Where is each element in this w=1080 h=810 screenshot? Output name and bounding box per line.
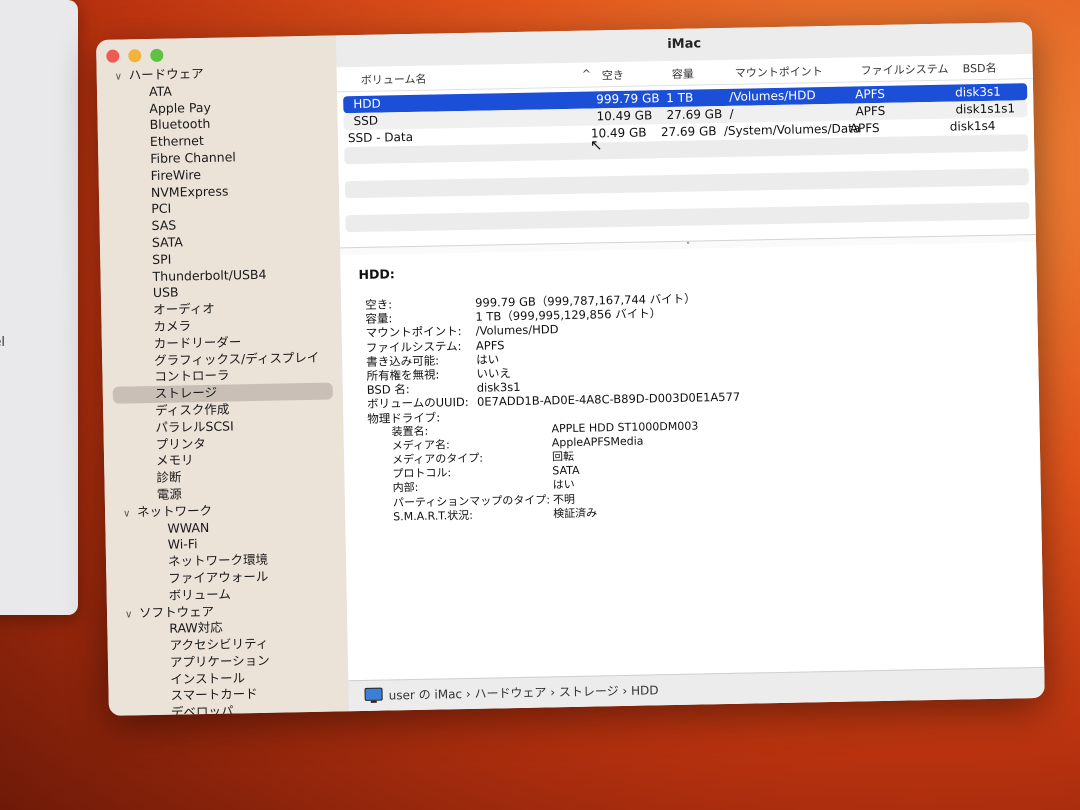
background-window: ntel — [0, 0, 78, 615]
cell-name: HDD — [353, 96, 381, 112]
close-button[interactable] — [106, 49, 120, 63]
detail-fields: 空き: 999.79 GB（999,787,167,744 バイト） 容量: 1 TB… — [359, 285, 1021, 426]
column-header-filesystem[interactable]: ファイルシステム — [861, 61, 949, 79]
detail-value: はい — [552, 478, 575, 492]
detail-value: 不明 — [552, 492, 576, 506]
detail-heading: HDD: — [358, 266, 395, 283]
cell-bsd: disk1s4 — [949, 118, 996, 134]
table-body: HDD 999.79 GB 1 TB/Volumes/HDD APFS disk3s1 S… — [337, 79, 1036, 233]
detail-value: /Volumes/HDD — [475, 322, 559, 339]
chevron-down-icon[interactable]: ∨ — [123, 506, 137, 523]
volume-table: ボリューム名 ^ 空き 容量 マウントポイント ファイルシステム BSD名 HD… — [336, 54, 1036, 249]
cell-bsd: disk1s1s1 — [955, 101, 1016, 117]
sidebar: ∨ ハードウェア ATA Apple Pay Bluetooth Ethernet Fibr… — [96, 35, 350, 716]
cell-name: SSD - Data — [347, 129, 414, 146]
mouse-cursor-icon: ↖ — [590, 136, 603, 154]
sidebar-group-label: ネットワーク — [136, 502, 213, 520]
detail-value: はい — [476, 352, 500, 367]
cell-fs: APFS — [855, 86, 886, 102]
detail-value: APFS — [475, 337, 505, 353]
sidebar-list: ∨ ハードウェア ATA Apple Pay Bluetooth Ethernet Fibr… — [97, 63, 350, 716]
main-pane: iMac ボリューム名 ^ 空き 容量 マウントポイント ファイルシステム BS… — [335, 22, 1045, 712]
system-information-window: ∨ ハードウェア ATA Apple Pay Bluetooth Ethernet Fibr… — [96, 22, 1045, 716]
detail-key: S.M.A.R.T.状況: — [393, 508, 473, 524]
detail-value: いいえ — [476, 366, 512, 381]
sidebar-group-label: ソフトウェア — [138, 603, 215, 620]
cell-mount: /Volumes/HDD — [729, 88, 816, 104]
detail-pane: HDD: 空き: 999.79 GB（999,787,167,744 バイト） 容量… — [340, 241, 1045, 682]
detail-value: disk3s1 — [476, 380, 521, 395]
window-controls — [106, 48, 164, 63]
cell-mount: / — [729, 106, 734, 121]
detail-value: 回転 — [551, 449, 575, 464]
detail-value: SATA — [552, 464, 580, 478]
cell-capacity: 27.69 GB — [660, 124, 717, 140]
cell-fs: APFS — [855, 103, 886, 119]
column-header-capacity[interactable]: 容量 — [672, 66, 694, 82]
cell-capacity: 27.69 GB — [666, 106, 723, 123]
cell-name: SSD — [353, 113, 379, 129]
sort-indicator-icon[interactable]: ^ — [582, 68, 591, 81]
cell-fs: APFS — [849, 120, 880, 136]
imac-icon — [364, 687, 383, 701]
cell-bsd: disk3s1 — [955, 84, 1001, 100]
cell-free: 10.49 GB — [596, 108, 653, 124]
column-header-free[interactable]: 空き — [602, 67, 624, 83]
column-header-mount[interactable]: マウントポイント — [735, 63, 823, 81]
detail-value: 検証済み — [553, 506, 598, 521]
minimize-button[interactable] — [128, 49, 142, 63]
detail-value: AppleAPFSMedia — [551, 434, 644, 450]
detail-value: APPLE HDD ST1000DM003 — [551, 419, 699, 436]
cell-free: 999.79 GB — [596, 91, 660, 107]
chevron-down-icon[interactable]: ∨ — [115, 69, 129, 86]
zoom-button[interactable] — [150, 48, 164, 62]
column-header-bsd[interactable]: BSD名 — [963, 60, 997, 77]
path-text[interactable]: user の iMac › ハードウェア › ストレージ › HDD — [389, 683, 659, 702]
sidebar-group-label: ハードウェア — [128, 65, 204, 83]
physical-drive-fields: 装置名: APPLE HDD ST1000DM003 メディア名: AppleAPFS… — [361, 413, 1023, 525]
cell-capacity: 1 TB — [666, 90, 694, 106]
background-window-text: ntel — [0, 335, 5, 350]
column-header-name[interactable]: ボリューム名 — [361, 71, 427, 88]
chevron-down-icon[interactable]: ∨ — [125, 607, 139, 624]
